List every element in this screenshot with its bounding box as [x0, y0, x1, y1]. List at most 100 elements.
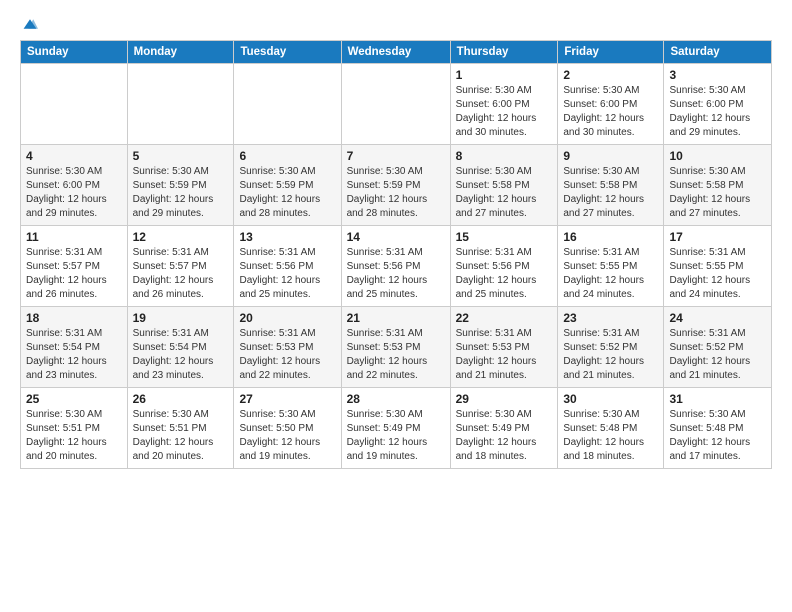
day-number: 23 [563, 311, 658, 325]
day-number: 6 [239, 149, 335, 163]
calendar-header-cell: Saturday [664, 41, 772, 64]
calendar-cell: 15 Sunrise: 5:31 AM Sunset: 5:56 PM Dayli… [450, 226, 558, 307]
day-number: 5 [133, 149, 229, 163]
day-info: Sunrise: 5:30 AM Sunset: 5:59 PM Dayligh… [239, 165, 335, 221]
calendar-cell: 3Sunrise: 5:30 AM Sunset: 6:00 PM Daylig… [664, 64, 772, 145]
calendar-cell: 1 Sunrise: 5:30 AM Sunset: 6:00 PM Daylig… [450, 64, 558, 145]
day-number: 28 [347, 392, 445, 406]
calendar-cell [21, 64, 128, 145]
calendar: SundayMondayTuesdayWednesdayThursdayFrid… [20, 40, 772, 469]
calendar-week-row: 18 Sunrise: 5:31 AM Sunset: 5:54 PM Dayli… [21, 307, 772, 388]
calendar-cell: 13 Sunrise: 5:31 AM Sunset: 5:56 PM Dayli… [234, 226, 341, 307]
calendar-cell [234, 64, 341, 145]
day-info: Sunrise: 5:30 AM Sunset: 5:50 PM Dayligh… [239, 408, 335, 464]
day-number: 22 [456, 311, 553, 325]
calendar-cell: 30 Sunrise: 5:30 AM Sunset: 5:48 PM Dayli… [558, 388, 664, 469]
day-number: 1 [456, 68, 553, 82]
day-number: 4 [26, 149, 122, 163]
logo-text [20, 16, 38, 32]
calendar-cell: 27 Sunrise: 5:30 AM Sunset: 5:50 PM Dayli… [234, 388, 341, 469]
calendar-cell: 6 Sunrise: 5:30 AM Sunset: 5:59 PM Daylig… [234, 145, 341, 226]
calendar-header-cell: Wednesday [341, 41, 450, 64]
calendar-cell [341, 64, 450, 145]
calendar-cell: 8 Sunrise: 5:30 AM Sunset: 5:58 PM Daylig… [450, 145, 558, 226]
day-info: Sunrise: 5:31 AM Sunset: 5:52 PM Dayligh… [563, 327, 658, 383]
calendar-cell: 9 Sunrise: 5:30 AM Sunset: 5:58 PM Daylig… [558, 145, 664, 226]
day-number: 8 [456, 149, 553, 163]
day-info: Sunrise: 5:31 AM Sunset: 5:52 PM Dayligh… [669, 327, 766, 383]
calendar-cell: 24 Sunrise: 5:31 AM Sunset: 5:52 PM Dayli… [664, 307, 772, 388]
day-number: 25 [26, 392, 122, 406]
day-info: Sunrise: 5:31 AM Sunset: 5:55 PM Dayligh… [563, 246, 658, 302]
day-number: 16 [563, 230, 658, 244]
day-number: 12 [133, 230, 229, 244]
day-info: Sunrise: 5:31 AM Sunset: 5:56 PM Dayligh… [456, 246, 553, 302]
day-number: 2 [563, 68, 658, 82]
day-info: Sunrise: 5:31 AM Sunset: 5:55 PM Dayligh… [669, 246, 766, 302]
day-info: Sunrise: 5:30 AM Sunset: 5:49 PM Dayligh… [456, 408, 553, 464]
day-number: 13 [239, 230, 335, 244]
day-info: Sunrise: 5:30 AM Sunset: 5:49 PM Dayligh… [347, 408, 445, 464]
day-info: Sunrise: 5:30 AM Sunset: 6:00 PM Dayligh… [456, 84, 553, 140]
calendar-cell: 2Sunrise: 5:30 AM Sunset: 6:00 PM Daylig… [558, 64, 664, 145]
day-number: 15 [456, 230, 553, 244]
day-info: Sunrise: 5:30 AM Sunset: 5:48 PM Dayligh… [669, 408, 766, 464]
day-info: Sunrise: 5:31 AM Sunset: 5:54 PM Dayligh… [26, 327, 122, 383]
calendar-cell: 17 Sunrise: 5:31 AM Sunset: 5:55 PM Dayli… [664, 226, 772, 307]
day-info: Sunrise: 5:30 AM Sunset: 5:58 PM Dayligh… [563, 165, 658, 221]
day-number: 14 [347, 230, 445, 244]
calendar-header-cell: Monday [127, 41, 234, 64]
day-number: 7 [347, 149, 445, 163]
calendar-cell: 28 Sunrise: 5:30 AM Sunset: 5:49 PM Dayli… [341, 388, 450, 469]
day-number: 17 [669, 230, 766, 244]
calendar-cell: 22 Sunrise: 5:31 AM Sunset: 5:53 PM Dayli… [450, 307, 558, 388]
day-number: 21 [347, 311, 445, 325]
calendar-cell: 23 Sunrise: 5:31 AM Sunset: 5:52 PM Dayli… [558, 307, 664, 388]
calendar-body: 1 Sunrise: 5:30 AM Sunset: 6:00 PM Daylig… [21, 64, 772, 469]
day-info: Sunrise: 5:30 AM Sunset: 5:58 PM Dayligh… [456, 165, 553, 221]
day-number: 30 [563, 392, 658, 406]
day-number: 18 [26, 311, 122, 325]
calendar-cell: 26Sunrise: 5:30 AM Sunset: 5:51 PM Dayli… [127, 388, 234, 469]
calendar-cell: 21 Sunrise: 5:31 AM Sunset: 5:53 PM Dayli… [341, 307, 450, 388]
day-info: Sunrise: 5:31 AM Sunset: 5:57 PM Dayligh… [133, 246, 229, 302]
day-info: Sunrise: 5:31 AM Sunset: 5:54 PM Dayligh… [133, 327, 229, 383]
calendar-week-row: 4 Sunrise: 5:30 AM Sunset: 6:00 PM Daylig… [21, 145, 772, 226]
day-info: Sunrise: 5:31 AM Sunset: 5:56 PM Dayligh… [239, 246, 335, 302]
day-info: Sunrise: 5:30 AM Sunset: 5:58 PM Dayligh… [669, 165, 766, 221]
page: SundayMondayTuesdayWednesdayThursdayFrid… [0, 0, 792, 612]
calendar-cell: 18 Sunrise: 5:31 AM Sunset: 5:54 PM Dayli… [21, 307, 128, 388]
day-number: 29 [456, 392, 553, 406]
calendar-cell: 5 Sunrise: 5:30 AM Sunset: 5:59 PM Daylig… [127, 145, 234, 226]
day-number: 10 [669, 149, 766, 163]
calendar-cell: 4 Sunrise: 5:30 AM Sunset: 6:00 PM Daylig… [21, 145, 128, 226]
day-info: Sunrise: 5:31 AM Sunset: 5:53 PM Dayligh… [456, 327, 553, 383]
day-info: Sunrise: 5:31 AM Sunset: 5:53 PM Dayligh… [239, 327, 335, 383]
day-info: Sunrise: 5:30 AM Sunset: 5:59 PM Dayligh… [133, 165, 229, 221]
calendar-cell: 29 Sunrise: 5:30 AM Sunset: 5:49 PM Dayli… [450, 388, 558, 469]
calendar-cell: 20 Sunrise: 5:31 AM Sunset: 5:53 PM Dayli… [234, 307, 341, 388]
day-number: 3 [669, 68, 766, 82]
calendar-cell: 11 Sunrise: 5:31 AM Sunset: 5:57 PM Dayli… [21, 226, 128, 307]
calendar-header-cell: Tuesday [234, 41, 341, 64]
calendar-header-cell: Sunday [21, 41, 128, 64]
day-number: 24 [669, 311, 766, 325]
day-number: 11 [26, 230, 122, 244]
day-info: Sunrise: 5:31 AM Sunset: 5:56 PM Dayligh… [347, 246, 445, 302]
logo-icon [22, 16, 38, 32]
day-info: Sunrise: 5:31 AM Sunset: 5:57 PM Dayligh… [26, 246, 122, 302]
day-info: Sunrise: 5:30 AM Sunset: 5:48 PM Dayligh… [563, 408, 658, 464]
day-info: Sunrise: 5:30 AM Sunset: 6:00 PM Dayligh… [26, 165, 122, 221]
calendar-cell: 19 Sunrise: 5:31 AM Sunset: 5:54 PM Dayli… [127, 307, 234, 388]
day-number: 27 [239, 392, 335, 406]
day-number: 9 [563, 149, 658, 163]
day-info: Sunrise: 5:30 AM Sunset: 5:51 PM Dayligh… [133, 408, 229, 464]
calendar-week-row: 25 Sunrise: 5:30 AM Sunset: 5:51 PM Dayli… [21, 388, 772, 469]
day-info: Sunrise: 5:30 AM Sunset: 5:59 PM Dayligh… [347, 165, 445, 221]
calendar-cell: 14 Sunrise: 5:31 AM Sunset: 5:56 PM Dayli… [341, 226, 450, 307]
day-number: 31 [669, 392, 766, 406]
day-info: Sunrise: 5:31 AM Sunset: 5:53 PM Dayligh… [347, 327, 445, 383]
day-number: 19 [133, 311, 229, 325]
day-number: 20 [239, 311, 335, 325]
calendar-cell: 7 Sunrise: 5:30 AM Sunset: 5:59 PM Daylig… [341, 145, 450, 226]
